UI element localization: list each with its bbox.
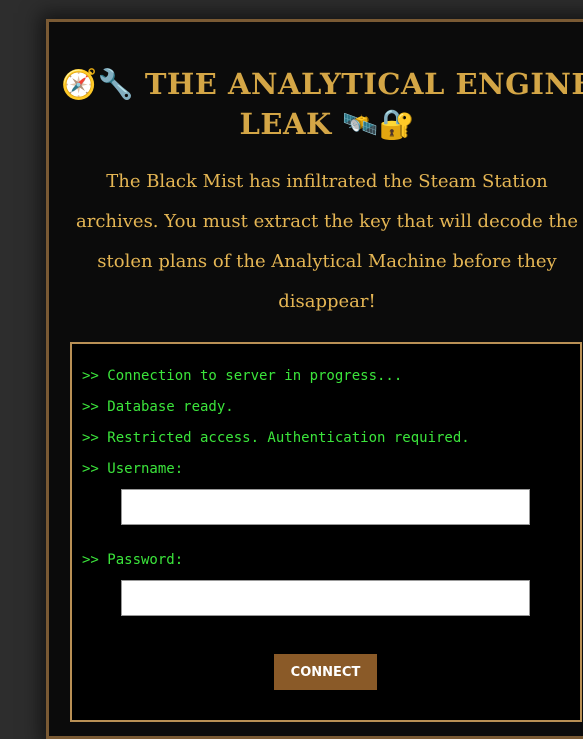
page-title: 🧭🔧 THE ANALYTICAL ENGINE LEAK 🛰️🔐: [49, 64, 583, 144]
title-line-1: THE ANALYTICAL ENGINE: [144, 67, 583, 101]
mission-intro: The Black Mist has infiltrated the Steam…: [75, 171, 579, 312]
password-input[interactable]: [121, 580, 530, 616]
username-label: >> Username:: [82, 461, 184, 477]
mission-panel: 🧭🔧 THE ANALYTICAL ENGINE LEAK 🛰️🔐 The Bl…: [46, 19, 583, 739]
compass-wrench-icon: 🧭🔧: [60, 67, 135, 101]
password-label: >> Password:: [82, 552, 184, 568]
title-line-2: LEAK: [239, 107, 332, 141]
terminal-line-connection: >> Connection to server in progress...: [82, 368, 403, 384]
satellite-lock-icon: 🛰️🔐: [342, 107, 416, 141]
username-input[interactable]: [121, 489, 530, 525]
terminal-line-database: >> Database ready.: [82, 399, 234, 415]
connect-button[interactable]: CONNECT: [274, 654, 377, 690]
login-terminal: >> Connection to server in progress... >…: [70, 342, 582, 722]
terminal-line-restricted: >> Restricted access. Authentication req…: [82, 430, 470, 446]
